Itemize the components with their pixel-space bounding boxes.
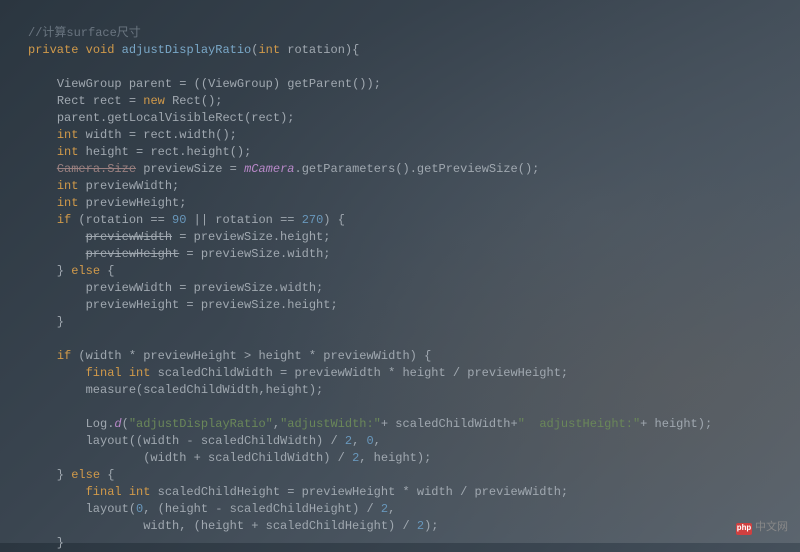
badge-text: 中文网 <box>755 520 788 537</box>
code-editor: //计算surface尺寸 private void adjustDisplay… <box>0 0 800 552</box>
php-icon: php <box>736 523 752 535</box>
comment: //计算surface尺寸 <box>28 26 141 40</box>
watermark-badge: php 中文网 <box>736 520 788 537</box>
